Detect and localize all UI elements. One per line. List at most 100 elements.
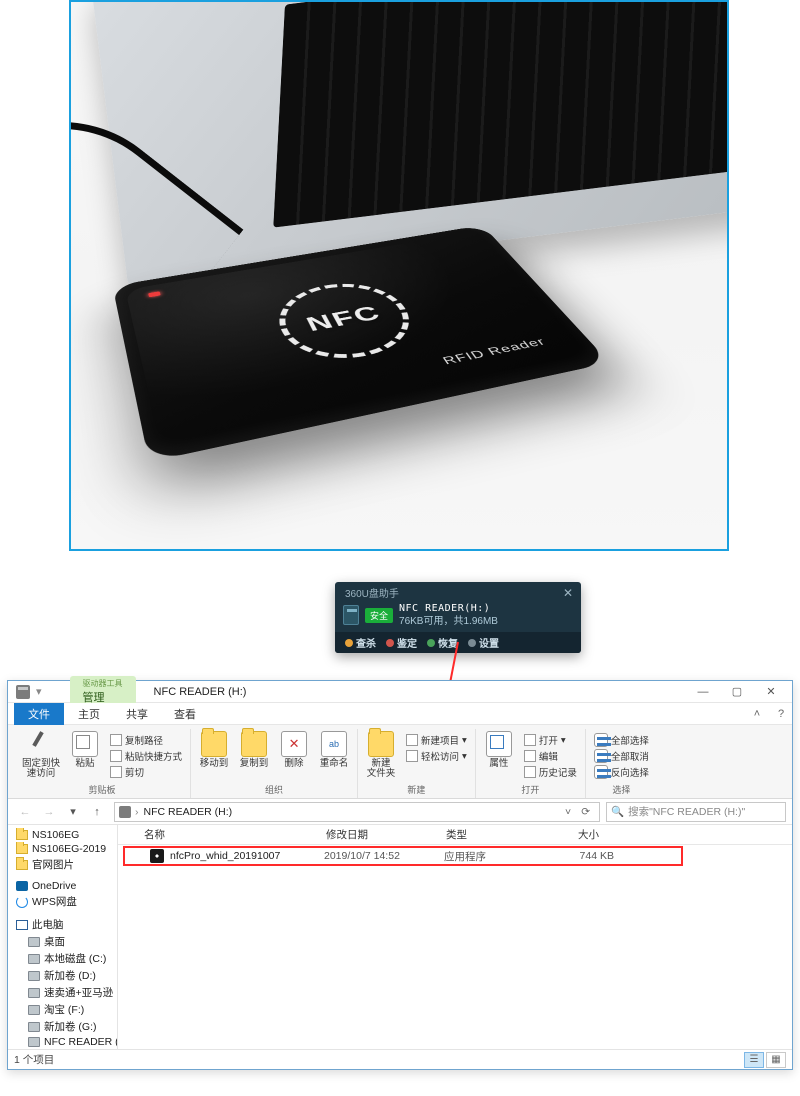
- window-close-button[interactable]: ✕: [756, 683, 786, 701]
- new-folder-button[interactable]: 新建文件夹: [366, 731, 396, 780]
- drv-icon: [28, 971, 40, 981]
- nav-up-button[interactable]: ↑: [86, 802, 108, 822]
- drv-icon: [28, 937, 40, 947]
- file-pane: 名称 修改日期 类型 大小 nfcPro_whid_20191007 2019/1…: [118, 825, 792, 1049]
- device-led: [148, 291, 161, 297]
- safe-badge: 安全: [365, 608, 393, 623]
- cut-button[interactable]: 剪切: [110, 765, 182, 779]
- refresh-button[interactable]: ⟳: [576, 806, 595, 818]
- col-size[interactable]: 大小: [528, 827, 608, 842]
- address-bar: ← → ▾ ↑ › NFC READER (H:) ˅ ⟳ 🔍 搜索"NFC R…: [8, 799, 792, 825]
- select-none-button[interactable]: 全部取消: [594, 749, 649, 763]
- file-name: nfcPro_whid_20191007: [170, 850, 280, 862]
- popup-close-button[interactable]: ✕: [563, 586, 573, 600]
- open-button[interactable]: 打开▾: [524, 733, 577, 747]
- nav-item[interactable]: 桌面: [10, 933, 117, 950]
- nav-item-label: 新加卷 (G:): [44, 1019, 97, 1034]
- breadcrumb-dropdown[interactable]: ˅: [560, 806, 576, 818]
- product-photo-frame: NFC RFID Reader: [69, 0, 729, 551]
- nav-forward-button[interactable]: →: [38, 802, 60, 822]
- search-icon: 🔍: [611, 805, 624, 818]
- nav-item[interactable]: NS106EG: [10, 828, 117, 842]
- file-date: 2019/10/7 14:52: [324, 850, 444, 862]
- tab-share[interactable]: 共享: [114, 703, 160, 725]
- nav-item[interactable]: 新加卷 (G:): [10, 1018, 117, 1035]
- properties-button[interactable]: 属性: [484, 731, 514, 769]
- invert-selection-button[interactable]: 反向选择: [594, 765, 649, 779]
- fld-icon: [16, 860, 28, 870]
- popup-drive-info: NFC READER(H:) 76KB可用，共1.96MB: [399, 602, 498, 628]
- popup-title: 360U盘助手: [345, 585, 399, 600]
- column-headers: 名称 修改日期 类型 大小: [118, 825, 792, 845]
- file-explorer-window: ▾ 驱动器工具 管理 NFC READER (H:) — ▢ ✕ 文件 主页 共…: [7, 680, 793, 1070]
- drv-icon: [28, 1022, 40, 1032]
- tab-file[interactable]: 文件: [14, 703, 64, 725]
- popup-identify-button[interactable]: 鉴定: [386, 635, 417, 650]
- tab-home[interactable]: 主页: [66, 703, 112, 725]
- window-maximize-button[interactable]: ▢: [722, 683, 752, 701]
- copy-to-button[interactable]: 复制到: [239, 731, 269, 769]
- nfc-ring-icon: [266, 276, 429, 370]
- nav-item[interactable]: 新加卷 (D:): [10, 967, 117, 984]
- nav-item[interactable]: 官网图片: [10, 856, 117, 873]
- new-item-button[interactable]: 新建项目▾: [406, 733, 467, 747]
- breadcrumb-root[interactable]: NFC READER (H:): [140, 806, 237, 818]
- group-select-label: 选择: [612, 782, 630, 798]
- window-minimize-button[interactable]: —: [688, 683, 718, 701]
- group-clipboard-label: 剪贴板: [89, 782, 116, 798]
- ribbon: 固定到快速访问 粘贴 复制路径 粘贴快捷方式 剪切 剪贴板 移动到 复制到 删除…: [8, 725, 792, 799]
- rename-button[interactable]: 重命名: [319, 731, 349, 769]
- popup-recover-button[interactable]: 恢复: [427, 635, 458, 650]
- paste-button[interactable]: 粘贴: [70, 731, 100, 769]
- nav-item[interactable]: OneDrive: [10, 879, 117, 893]
- exe-icon: [150, 849, 164, 863]
- easy-access-button[interactable]: 轻松访问▾: [406, 749, 467, 763]
- nav-history-button[interactable]: ▾: [62, 802, 84, 822]
- nav-item-label: 淘宝 (F:): [44, 1002, 84, 1017]
- nav-item-label: NS106EG: [32, 829, 79, 841]
- ribbon-tabs: 文件 主页 共享 查看 ˄ ?: [8, 703, 792, 725]
- edit-button[interactable]: 编辑: [524, 749, 577, 763]
- history-button[interactable]: 历史记录: [524, 765, 577, 779]
- nav-item-label: 本地磁盘 (C:): [44, 951, 106, 966]
- move-to-button[interactable]: 移动到: [199, 731, 229, 769]
- col-name[interactable]: 名称: [118, 827, 318, 842]
- view-details-button[interactable]: ☰: [744, 1052, 764, 1068]
- popup-scan-button[interactable]: 查杀: [345, 635, 376, 650]
- nav-item-label: 桌面: [44, 934, 65, 949]
- popup-capacity: 76KB可用，共1.96MB: [399, 615, 498, 628]
- tab-view[interactable]: 查看: [162, 703, 208, 725]
- pin-quickaccess-button[interactable]: 固定到快速访问: [22, 731, 60, 780]
- file-type: 应用程序: [444, 849, 534, 864]
- navigation-pane[interactable]: NS106EG NS106EG-2019 官网图片 OneDriveWPS网盘此电脑桌…: [8, 825, 118, 1049]
- file-row[interactable]: nfcPro_whid_201910072019/10/7 14:52应用程序7…: [118, 847, 792, 865]
- nav-item-label: NS106EG-2019: [32, 843, 106, 855]
- col-date[interactable]: 修改日期: [318, 827, 438, 842]
- nav-item-label: 新加卷 (D:): [44, 968, 96, 983]
- nav-item[interactable]: NFC READER (I: [10, 1035, 117, 1049]
- breadcrumb[interactable]: › NFC READER (H:) ˅ ⟳: [114, 802, 600, 822]
- help-button[interactable]: ?: [770, 708, 792, 720]
- copy-path-button[interactable]: 复制路径: [110, 733, 182, 747]
- select-all-button[interactable]: 全部选择: [594, 733, 649, 747]
- popup-settings-button[interactable]: 设置: [468, 635, 499, 650]
- col-type[interactable]: 类型: [438, 827, 528, 842]
- delete-button[interactable]: 删除: [279, 731, 309, 769]
- search-input[interactable]: 🔍 搜索"NFC READER (H:)": [606, 802, 786, 822]
- one-icon: [16, 881, 28, 891]
- nav-item[interactable]: NS106EG-2019: [10, 842, 117, 856]
- nav-item[interactable]: 本地磁盘 (C:): [10, 950, 117, 967]
- file-list[interactable]: nfcPro_whid_201910072019/10/7 14:52应用程序7…: [118, 845, 792, 1049]
- nav-item[interactable]: WPS网盘: [10, 893, 117, 910]
- nfc-label: NFC: [303, 302, 387, 336]
- ribbon-collapse-button[interactable]: ˄: [746, 708, 768, 720]
- nav-item-label: 官网图片: [32, 857, 74, 872]
- wps-icon: [16, 896, 28, 908]
- nav-item[interactable]: 速卖通+亚马逊: [10, 984, 117, 1001]
- nav-back-button[interactable]: ←: [14, 802, 36, 822]
- nav-item[interactable]: 此电脑: [10, 916, 117, 933]
- nav-item[interactable]: 淘宝 (F:): [10, 1001, 117, 1018]
- drv-icon: [28, 1005, 40, 1015]
- view-icons-button[interactable]: ▦: [766, 1052, 786, 1068]
- paste-shortcut-button[interactable]: 粘贴快捷方式: [110, 749, 182, 763]
